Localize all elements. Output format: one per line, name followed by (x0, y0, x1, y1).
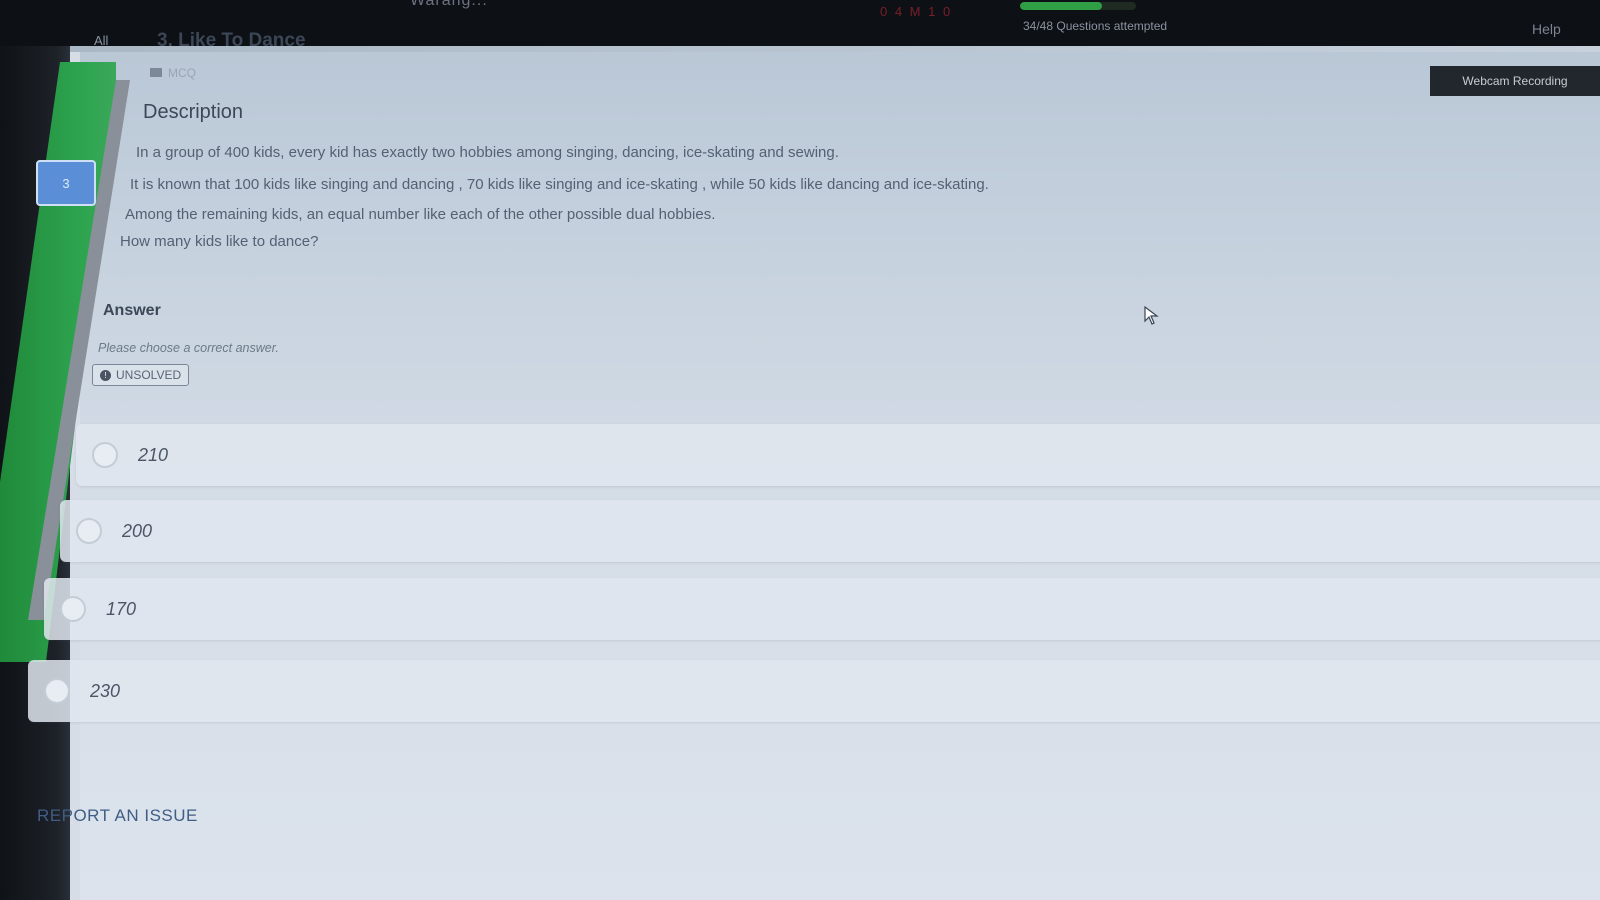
mcq-icon (150, 68, 162, 77)
question-type-tag: MCQ (150, 66, 196, 80)
radio-button[interactable] (76, 518, 102, 544)
option-value: 200 (122, 520, 153, 541)
tab-all[interactable]: All (94, 33, 108, 48)
questions-attempted: 34/48 Questions attempted (1023, 19, 1168, 33)
option-value: 170 (106, 598, 137, 619)
option-value: 230 (90, 680, 121, 701)
report-issue-link[interactable]: REPORT AN ISSUE (37, 806, 198, 826)
description-line: Among the remaining kids, an equal numbe… (125, 206, 716, 223)
answer-hint: Please choose a correct answer. (98, 341, 279, 355)
description-line: How many kids like to dance? (120, 233, 319, 250)
status-badge-label: UNSOLVED (116, 368, 182, 382)
option-value: 210 (138, 444, 169, 465)
brand-name: Warang... (410, 0, 488, 9)
progress-fill (1020, 2, 1103, 10)
description-heading: Description (143, 101, 244, 123)
description-line: It is known that 100 kids like singing a… (130, 176, 989, 193)
info-icon: ! (100, 369, 111, 381)
answer-heading: Answer (103, 302, 161, 319)
help-link[interactable]: Help (1532, 21, 1561, 37)
radio-button[interactable] (92, 442, 118, 468)
radio-button[interactable] (60, 596, 86, 622)
answer-option[interactable]: 210 (76, 424, 1600, 486)
status-badge: ! UNSOLVED (92, 364, 190, 386)
mouse-pointer-icon (1144, 306, 1159, 325)
answer-option[interactable]: 230 (28, 660, 1600, 722)
description-line: In a group of 400 kids, every kid has ex… (136, 144, 839, 161)
answer-option[interactable]: 200 (60, 500, 1600, 562)
answer-option[interactable]: 170 (44, 578, 1600, 640)
question-type-label: MCQ (168, 66, 196, 80)
current-question-number[interactable]: 3 (36, 160, 96, 206)
question-title: 3. Like To Dance (157, 30, 306, 51)
webcam-recording-indicator: Webcam Recording (1430, 66, 1600, 96)
timer: 0 4 M 1 0 (880, 4, 953, 19)
progress-bar (1020, 2, 1136, 10)
radio-button[interactable] (44, 678, 70, 704)
